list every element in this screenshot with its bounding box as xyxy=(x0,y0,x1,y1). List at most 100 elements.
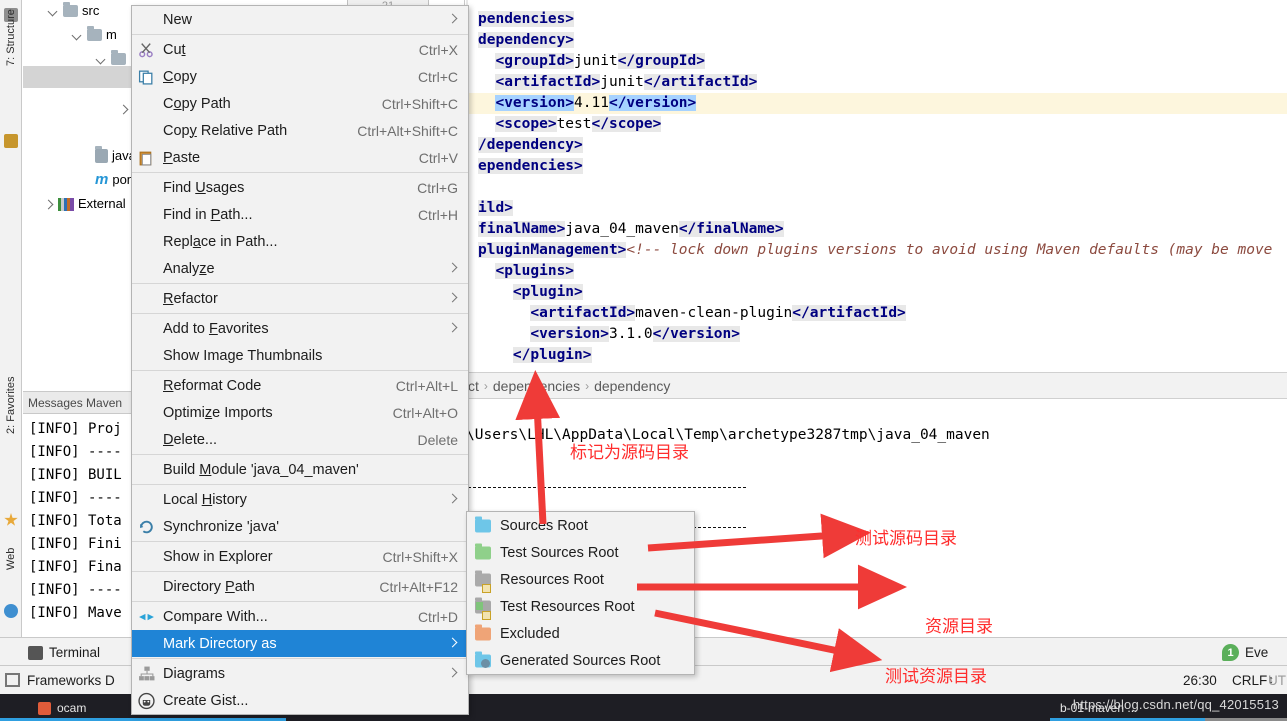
line-separator-label: CRLF xyxy=(1232,672,1268,688)
generated-gear-icon xyxy=(481,659,490,668)
code-line[interactable]: pluginManagement><!-- lock down plugins … xyxy=(478,240,1272,261)
chevron-down-icon[interactable] xyxy=(96,54,107,65)
annotation-text: 测试源码目录 xyxy=(855,529,957,549)
menu-item-build-module-java-04-maven[interactable]: Build Module 'java_04_maven' xyxy=(132,456,468,483)
menu-item-cut[interactable]: Cut Ctrl+X xyxy=(132,36,468,63)
temp-path-text: \Users\LHL\AppData\Local\Temp\archetype3… xyxy=(466,427,990,443)
chevron-down-icon[interactable] xyxy=(72,30,83,41)
submenu-item-sources-root[interactable]: Sources Root xyxy=(467,512,694,539)
code-line[interactable]: </plugin> xyxy=(478,345,592,366)
mark-directory-as-submenu[interactable]: Sources Root Test Sources Root Resources R… xyxy=(466,511,695,675)
menu-item-label: Compare With... xyxy=(163,608,268,625)
code-line[interactable]: pendencies> xyxy=(478,9,575,30)
code-line[interactable]: <plugin> xyxy=(478,282,583,303)
menu-item-label: Local History xyxy=(163,491,247,508)
tree-item-main[interactable]: m xyxy=(72,24,117,46)
menu-separator xyxy=(132,34,468,35)
code-line[interactable]: finalName>java_04_maven</finalName> xyxy=(478,219,784,240)
code-token: </version> xyxy=(652,326,740,342)
menu-item-label: Delete... xyxy=(163,431,218,448)
breadcrumb[interactable]: ct › dependencies › dependency xyxy=(466,372,1287,399)
event-log-indicator[interactable]: 1 Eve xyxy=(1222,638,1268,667)
submenu-item-test-resources-root[interactable]: Test Resources Root xyxy=(467,593,694,620)
chevron-right-icon[interactable] xyxy=(43,199,54,210)
menu-item-local-history[interactable]: Local History xyxy=(132,486,468,513)
paste-icon xyxy=(138,149,155,166)
menu-item-compare-with[interactable]: Compare With... Ctrl+D xyxy=(132,603,468,630)
submenu-item-excluded[interactable]: Excluded xyxy=(467,620,694,647)
code-token: <plugin> xyxy=(512,284,583,300)
code-line[interactable]: <version>3.1.0</version> xyxy=(478,324,740,345)
encoding-selector[interactable]: UTF- xyxy=(1268,666,1287,694)
code-line[interactable]: <artifactId>junit</artifactId> xyxy=(478,72,758,93)
chevron-down-icon[interactable] xyxy=(48,6,59,17)
folder-icon xyxy=(63,2,78,17)
breadcrumb-item[interactable]: dependencies xyxy=(493,378,580,394)
tree-item-external-libraries[interactable]: External xyxy=(43,193,126,215)
compare-icon xyxy=(138,608,155,625)
menu-item-reformat-code[interactable]: Reformat Code Ctrl+Alt+L xyxy=(132,372,468,399)
code-line[interactable]: <version>4.11</version> xyxy=(478,93,697,114)
caret-position[interactable]: 26:30 xyxy=(1183,666,1217,694)
chevron-right-icon[interactable] xyxy=(118,104,129,115)
globe-icon xyxy=(4,604,18,618)
annotation-text: 资源目录 xyxy=(925,617,993,637)
tree-item-src[interactable]: src xyxy=(48,0,99,22)
menu-item-optimize-imports[interactable]: Optimize Imports Ctrl+Alt+O xyxy=(132,399,468,426)
folder-orange-icon xyxy=(475,624,491,640)
submenu-item-generated-sources-root[interactable]: Generated Sources Root xyxy=(467,647,694,674)
code-token: junit xyxy=(574,53,618,69)
menu-item-create-gist[interactable]: Create Gist... xyxy=(132,687,468,714)
menu-item-show-image-thumbnails[interactable]: Show Image Thumbnails xyxy=(132,342,468,369)
menu-item-synchronize-java[interactable]: Synchronize 'java' xyxy=(132,513,468,540)
code-line[interactable]: ependencies> xyxy=(478,156,583,177)
breadcrumb-separator-icon: › xyxy=(483,378,488,393)
context-menu[interactable]: New Cut Ctrl+X Copy Ctrl+C Copy Path Ctrl+Shif… xyxy=(131,5,469,715)
menu-item-refactor[interactable]: Refactor xyxy=(132,285,468,312)
code-line[interactable]: <artifactId>maven-clean-plugin</artifact… xyxy=(478,303,906,324)
code-line[interactable]: <plugins> xyxy=(478,261,575,282)
code-line[interactable]: dependency> xyxy=(478,30,575,51)
menu-item-paste[interactable]: Paste Ctrl+V xyxy=(132,144,468,171)
menu-item-find-usages[interactable]: Find Usages Ctrl+G xyxy=(132,174,468,201)
menu-item-label: Mark Directory as xyxy=(163,635,277,652)
code-editor[interactable]: pendencies> dependency> <groupId>junit</g… xyxy=(466,0,1287,372)
menu-item-add-to-favorites[interactable]: Add to Favorites xyxy=(132,315,468,342)
code-token: <groupId> xyxy=(495,53,575,69)
code-line[interactable]: /dependency> xyxy=(478,135,583,156)
menu-item-mark-directory-as[interactable]: Mark Directory as xyxy=(132,630,468,657)
code-token: dependency> xyxy=(478,32,575,48)
frameworks-detected-item[interactable]: Frameworks D xyxy=(5,666,115,694)
menu-item-label: Refactor xyxy=(163,290,218,307)
bottom-tab-terminal[interactable]: Terminal xyxy=(28,638,100,667)
menu-item-analyze[interactable]: Analyze xyxy=(132,255,468,282)
breadcrumb-item[interactable]: dependency xyxy=(594,378,670,394)
submenu-item-test-sources-root[interactable]: Test Sources Root xyxy=(467,539,694,566)
menu-item-directory-path[interactable]: Directory Path Ctrl+Alt+F12 xyxy=(132,573,468,600)
code-line[interactable]: <scope>test</scope> xyxy=(478,114,662,135)
menu-item-copy-relative-path[interactable]: Copy Relative Path Ctrl+Alt+Shift+C xyxy=(132,117,468,144)
menu-item-diagrams[interactable]: Diagrams xyxy=(132,660,468,687)
menu-item-copy[interactable]: Copy Ctrl+C xyxy=(132,63,468,90)
submenu-item-resources-root[interactable]: Resources Root xyxy=(467,566,694,593)
copy-icon xyxy=(138,68,155,85)
menu-item-find-in-path[interactable]: Find in Path... Ctrl+H xyxy=(132,201,468,228)
menu-item-delete[interactable]: Delete... Delete xyxy=(132,426,468,453)
menu-item-label: Build Module 'java_04_maven' xyxy=(163,461,359,478)
menu-separator xyxy=(132,601,468,602)
code-line[interactable]: ild> xyxy=(478,198,513,219)
structure-tool-icon[interactable] xyxy=(4,134,18,148)
tree-expand-arrow[interactable] xyxy=(118,98,129,120)
breadcrumb-item[interactable]: ct xyxy=(468,378,479,394)
menu-item-replace-in-path[interactable]: Replace in Path... xyxy=(132,228,468,255)
taskbar-app-label: ocam xyxy=(57,701,87,715)
taskbar-app-ocam[interactable]: ocam xyxy=(38,696,86,720)
menu-item-new[interactable]: New xyxy=(132,6,468,33)
divider-dashed xyxy=(468,487,746,488)
code-line[interactable]: <groupId>junit</groupId> xyxy=(478,51,706,72)
menu-item-copy-path[interactable]: Copy Path Ctrl+Shift+C xyxy=(132,90,468,117)
menu-item-show-in-explorer[interactable]: Show in Explorer Ctrl+Shift+X xyxy=(132,543,468,570)
